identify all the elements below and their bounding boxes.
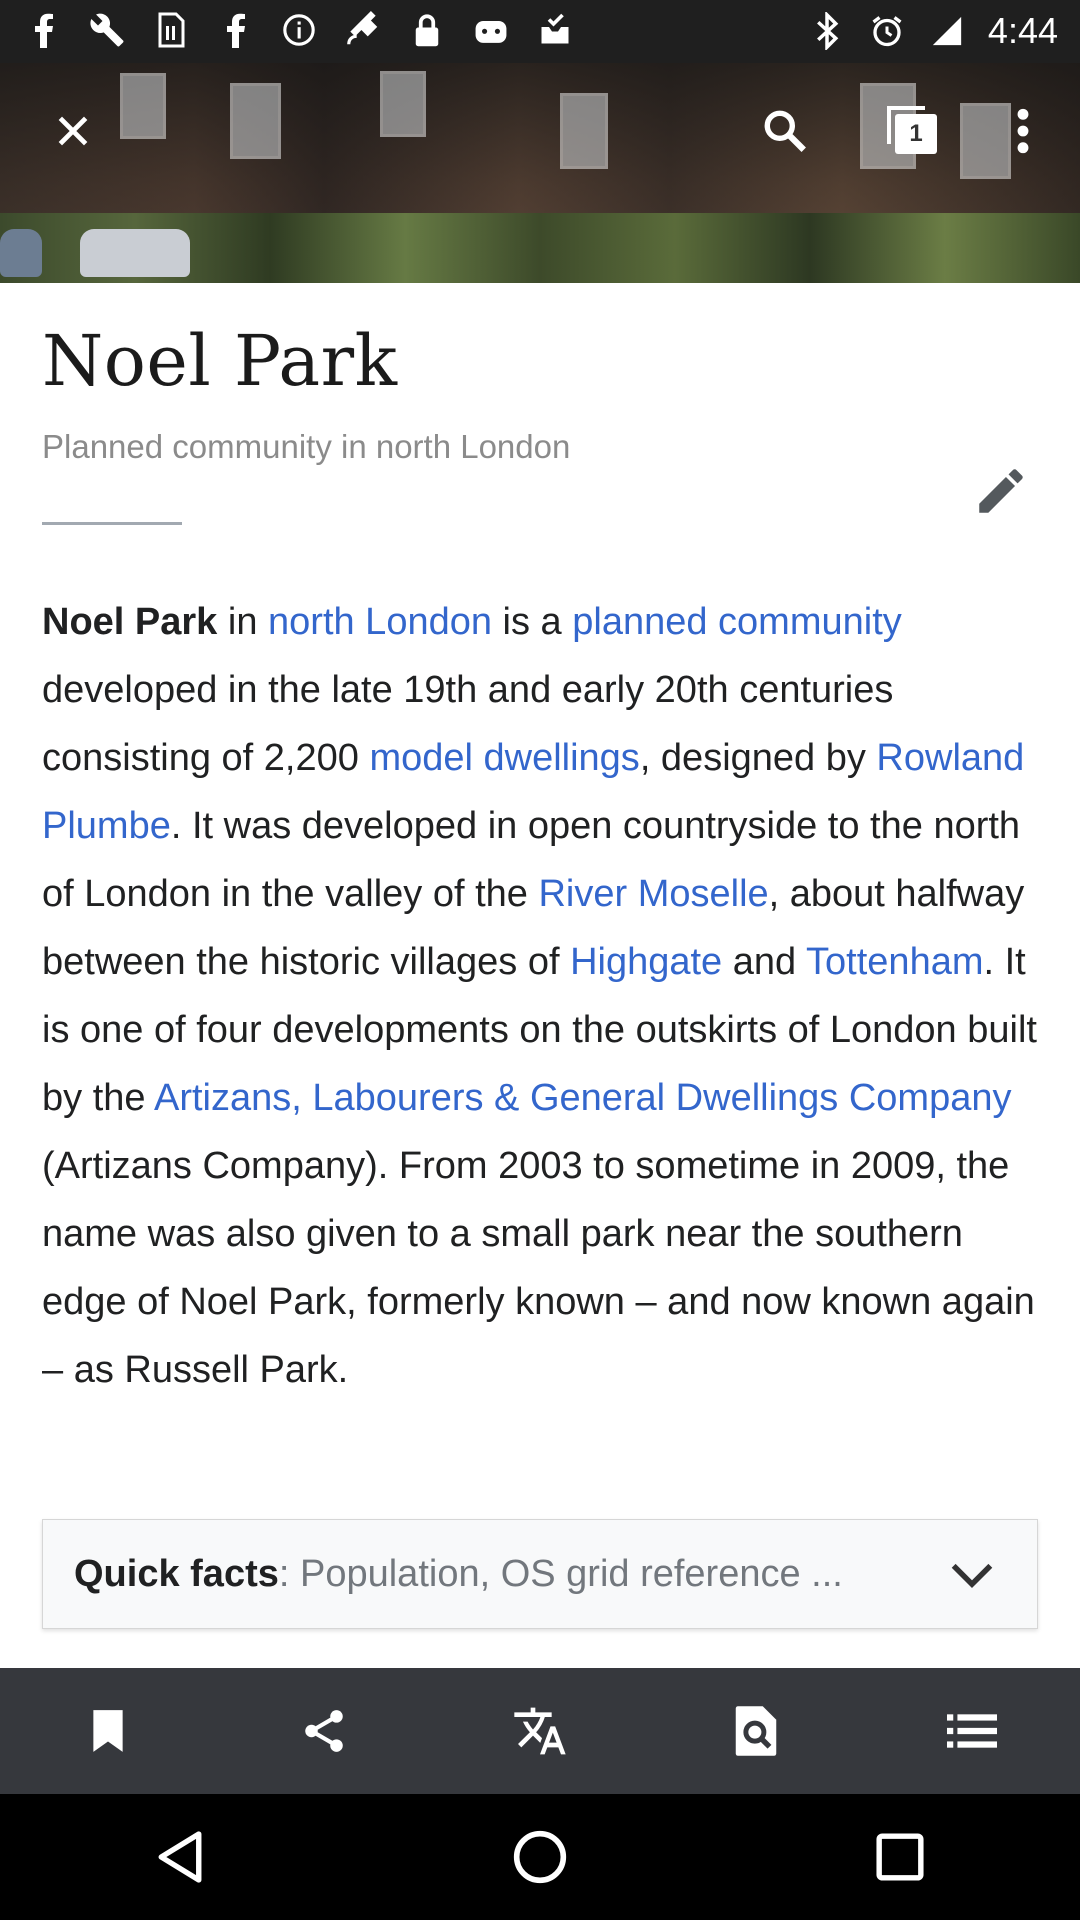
quick-facts-summary: : Population, OS grid reference ... [278,1552,843,1595]
text-run: is a [492,601,573,643]
back-triangle-icon [158,1831,202,1883]
contents-icon [947,1714,997,1748]
sim-icon [152,10,190,50]
home-button[interactable] [485,1802,595,1912]
quick-facts-text: Quick facts: Population, OS grid referen… [74,1553,843,1596]
article-header-image: 1 [0,63,1080,283]
table-of-contents-button[interactable] [927,1686,1017,1776]
article-title: Noel Park [42,320,398,402]
translate-icon [514,1707,566,1755]
info-icon [280,10,318,50]
bookmark-icon [93,1710,123,1752]
status-bar: 4:44 [0,0,1080,63]
tabs-button[interactable]: 1 [868,86,958,176]
text-run: and [722,941,807,983]
recents-square-icon [876,1833,924,1881]
change-language-button[interactable] [495,1686,585,1776]
text-run: , designed by [639,737,877,779]
pencil-icon [979,469,1023,513]
inbox-check-icon [536,10,574,50]
share-button[interactable] [279,1686,369,1776]
title-divider [42,522,182,525]
tabs-icon: 1 [887,106,939,156]
text-run: (Artizans Company). From 2003 to sometim… [42,1145,1035,1391]
find-in-page-button[interactable] [711,1686,801,1776]
article-lead-paragraph: Noel Park in north London is a planned c… [42,588,1042,1404]
search-button[interactable] [740,86,830,176]
close-icon [58,116,88,146]
more-options-button[interactable] [978,86,1068,176]
recents-button[interactable] [845,1802,955,1912]
bluetooth-icon [808,11,846,51]
wrench-icon [88,10,126,50]
close-button[interactable] [28,86,118,176]
link-artizans-company[interactable]: Artizans, Labourers & General Dwellings … [154,1077,1012,1119]
article-description: Planned community in north London [42,428,571,465]
link-north-london[interactable]: north London [268,601,492,643]
more-vert-icon [1017,108,1029,154]
chevron-down-icon [951,1563,993,1589]
link-highgate[interactable]: Highgate [570,941,722,983]
satellite-icon [344,10,382,50]
tab-count: 1 [909,120,923,147]
link-tottenham[interactable]: Tottenham [806,941,983,983]
notification-icons [24,10,574,50]
find-in-page-icon [735,1706,777,1756]
facebook-icon [24,10,62,50]
text-run: in [217,601,269,643]
share-icon [305,1710,343,1752]
system-icons: 4:44 [808,10,1058,52]
signal-icon [928,11,966,51]
android-icon [472,10,510,50]
edit-description-button[interactable] [966,456,1036,526]
expand-quick-facts-button[interactable] [949,1552,995,1598]
search-icon [764,110,806,152]
system-navigation-bar [0,1794,1080,1920]
link-river-moselle[interactable]: River Moselle [538,873,768,915]
link-planned-community[interactable]: planned community [572,601,902,643]
quick-facts-panel[interactable]: Quick facts: Population, OS grid referen… [42,1519,1038,1629]
status-time: 4:44 [987,10,1058,51]
alarm-icon [868,11,906,51]
link-model-dwellings[interactable]: model dwellings [369,737,639,779]
facebook-icon [216,10,254,50]
article-toolbar [0,1668,1080,1794]
home-circle-icon [513,1830,567,1884]
lock-icon [408,10,446,50]
bold-term: Noel Park [42,601,218,643]
save-bookmark-button[interactable] [63,1686,153,1776]
quick-facts-label: Quick facts [74,1552,279,1595]
back-button[interactable] [125,1802,235,1912]
